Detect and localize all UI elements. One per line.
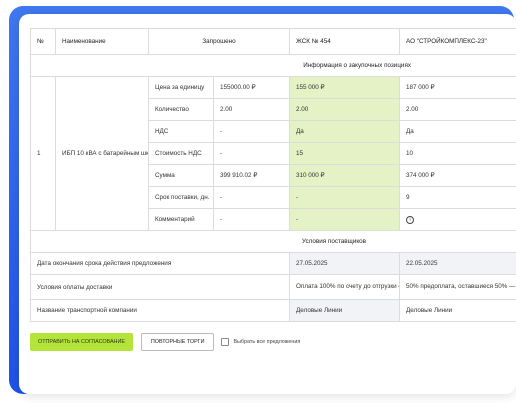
condition-label: Дата окончания срока действия предложени… [29, 252, 291, 275]
requested-value: - [212, 186, 291, 209]
supplier-1-value: 15 [289, 142, 401, 165]
checkbox-box[interactable] [221, 338, 230, 346]
table-row: Дата окончания срока действия предложени… [29, 252, 516, 275]
requested-value: - [212, 208, 291, 231]
row-label: Сумма [148, 164, 214, 187]
supplier-2-condition: 22.05.2025 [399, 252, 516, 275]
requested-value: 399 910.02 ₽ [212, 164, 291, 187]
supplier-2-value: Да [399, 120, 516, 143]
supplier-1-value: 310 000 ₽ [289, 164, 401, 187]
section-row-positions: Информация о закупочных позициях [29, 54, 516, 77]
supplier-1-condition: 27.05.2025 [289, 252, 401, 275]
table-row: 1 ИБП 10 кВА с батарейным шкафом Цена за… [30, 76, 516, 231]
supplier-2-condition: 50% предоплата, оставшиеся 50% — перед о… [399, 274, 516, 300]
row-label: Цена за единицу [148, 76, 214, 99]
row-label: Количество [148, 98, 214, 121]
comparison-table: № Наименование Запрошено ЖСК № 454 АО "С… [29, 28, 516, 322]
requested-value: - [212, 120, 291, 143]
supplier-2-comment-cell: i [399, 208, 516, 231]
select-all-label: Выбрать все предложения [233, 339, 301, 345]
supplier-2-value: 374 000 ₽ [399, 164, 516, 187]
condition-label: Название транспортной компании [29, 299, 291, 322]
row-label: Комментарий [148, 208, 214, 231]
table-header-row: № Наименование Запрошено ЖСК № 454 АО "С… [30, 28, 516, 55]
supplier-2-value: 10 [399, 142, 516, 165]
condition-label: Условия оплаты доставки [29, 274, 291, 300]
supplier-1-value: 155 000 ₽ [289, 76, 401, 99]
item-num: 1 [30, 76, 56, 231]
supplier-2-condition: Деловые Линии [399, 299, 516, 322]
table-row: Название транспортной компании Деловые Л… [29, 299, 516, 322]
requested-value: - [212, 142, 291, 165]
supplier-1-condition: Деловые Линии [289, 299, 401, 322]
header-num: № [30, 28, 56, 55]
section-positions-title: Информация о закупочных позициях [29, 54, 516, 77]
row-label: Стоимость НДС [148, 142, 214, 165]
row-label: НДС [148, 120, 214, 143]
supplier-2-value: 2.00 [399, 98, 516, 121]
info-icon[interactable]: i [406, 215, 415, 224]
table-row: Условия оплаты доставки Оплата 100% по с… [29, 274, 516, 300]
section-row-conditions: Условия поставщиков [29, 230, 516, 253]
header-supplier-2[interactable]: АО "СТРОЙКОМПЛЕКС-23" [399, 28, 516, 55]
supplier-1-value: 2.00 [289, 98, 401, 121]
rebid-button[interactable]: ПОВТОРНЫЕ ТОРГИ [140, 333, 215, 351]
supplier-1-value: Да [289, 120, 401, 143]
supplier-1-value: - [289, 186, 401, 209]
supplier-1-value: - [289, 208, 401, 231]
header-requested: Запрошено [147, 28, 291, 55]
item-name: ИБП 10 кВА с батарейным шкафом [55, 76, 149, 231]
requested-value: 155000.00 ₽ [212, 76, 291, 99]
section-conditions-title: Условия поставщиков [29, 230, 516, 253]
select-all-checkbox[interactable]: Выбрать все предложения [221, 338, 300, 346]
comparison-card: № Наименование Запрошено ЖСК № 454 АО "С… [19, 14, 516, 394]
requested-value: 2.00 [212, 98, 291, 121]
row-label: Срок поставки, дн. [148, 186, 214, 209]
header-supplier-1[interactable]: ЖСК № 454 [289, 28, 401, 55]
supplier-2-value: 9 [399, 186, 516, 209]
header-name: Наименование [55, 28, 149, 55]
action-bar: ОТПРАВИТЬ НА СОГЛАСОВАНИЕ ПОВТОРНЫЕ ТОРГ… [30, 332, 300, 352]
send-for-approval-button[interactable]: ОТПРАВИТЬ НА СОГЛАСОВАНИЕ [30, 333, 133, 351]
supplier-2-value: 187 000 ₽ [399, 76, 516, 99]
supplier-1-condition: Оплата 100% по счету до отгрузки оборудо… [289, 274, 401, 300]
